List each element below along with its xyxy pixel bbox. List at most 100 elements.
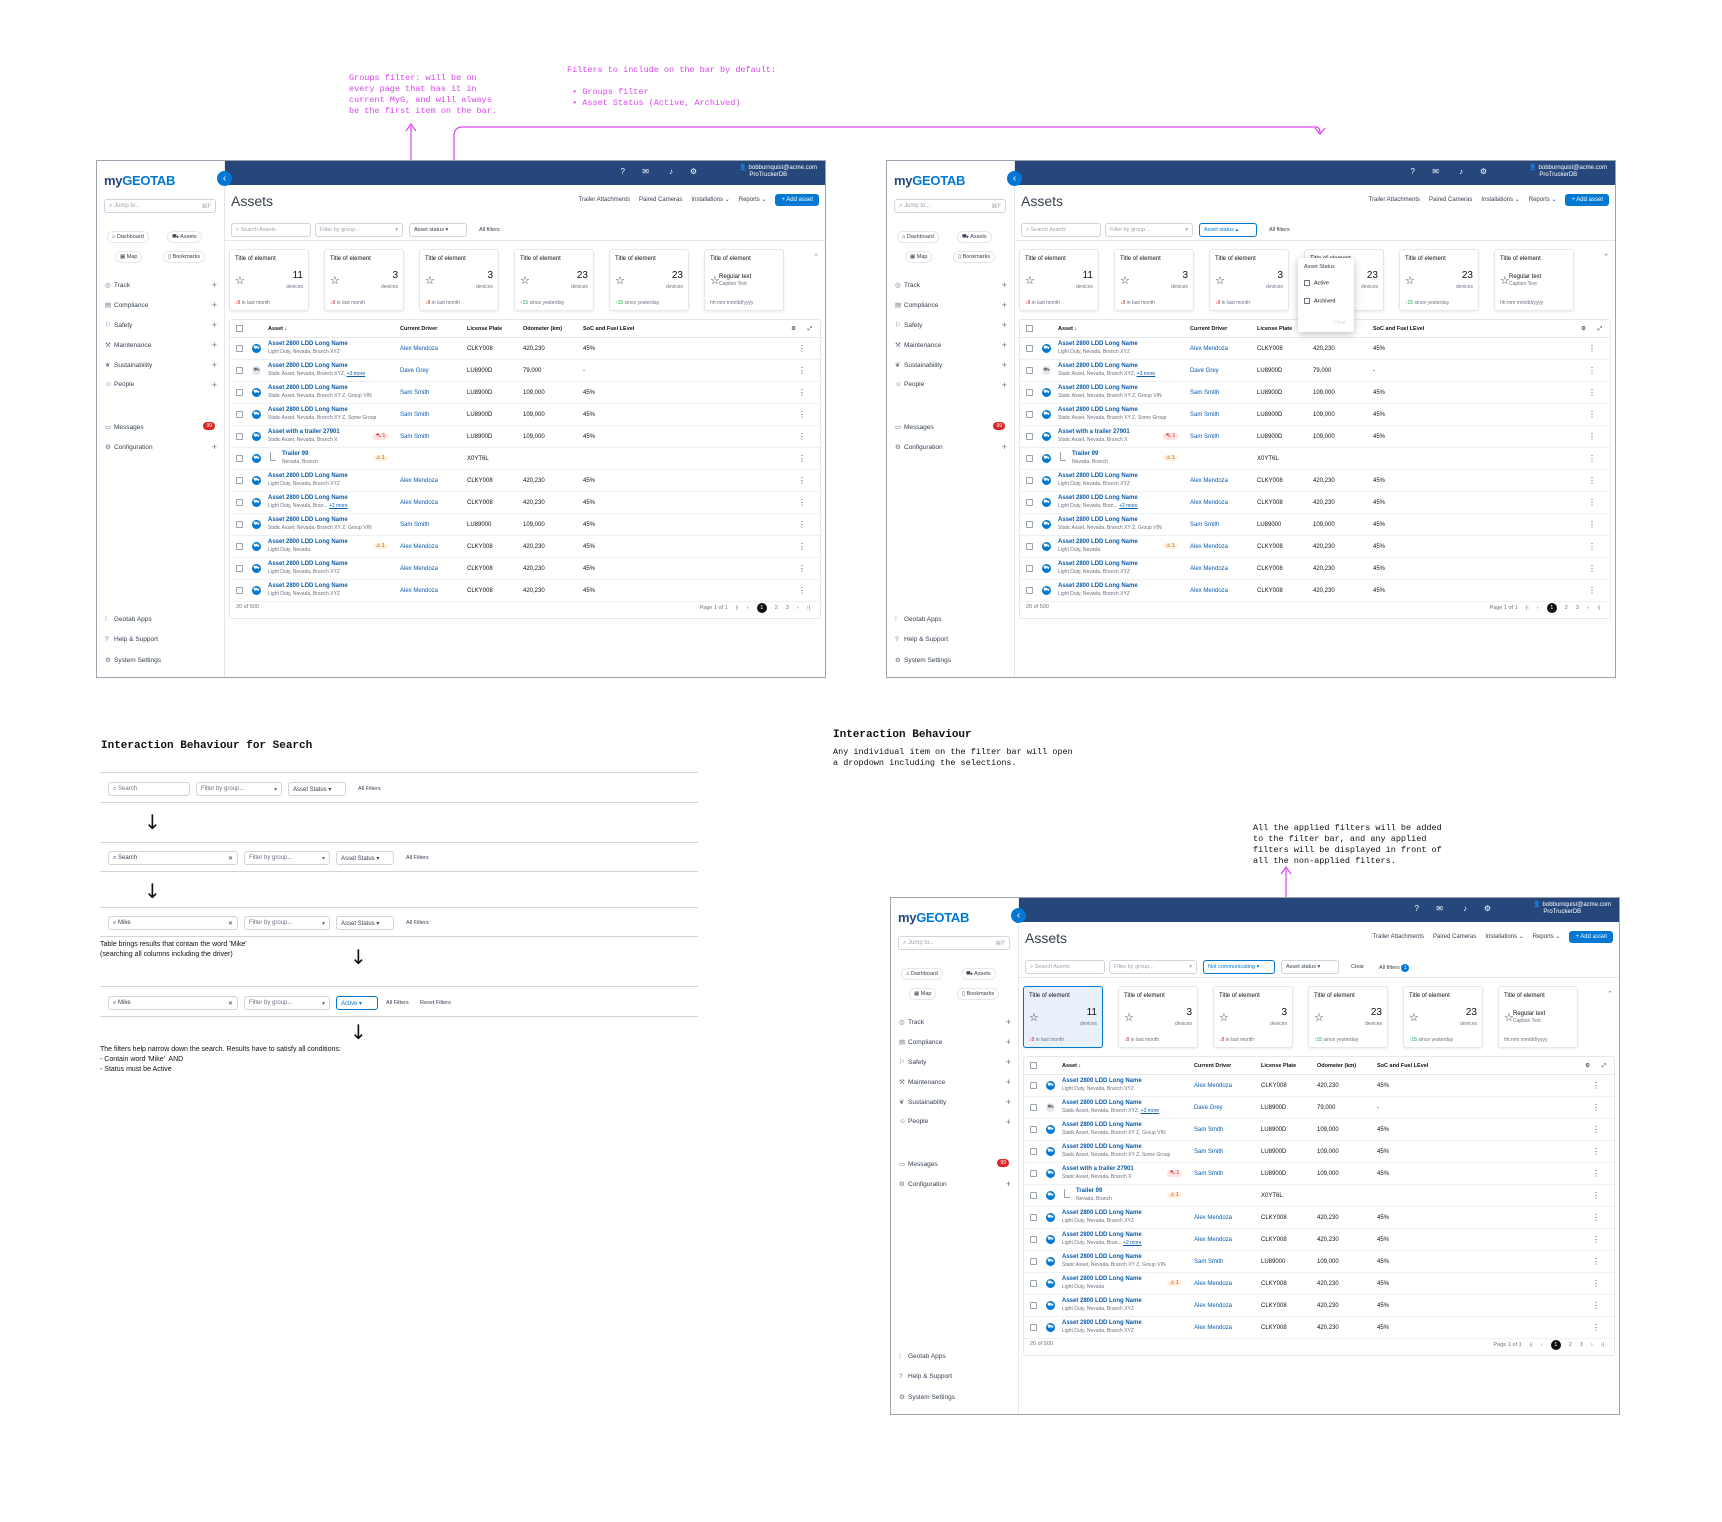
all-filters-link[interactable]: All filters 1 bbox=[1379, 964, 1410, 972]
driver-link[interactable]: Alex Mendoza bbox=[1190, 588, 1228, 594]
row-checkbox[interactable] bbox=[1026, 455, 1033, 462]
gear-icon[interactable]: ⚙ bbox=[1480, 167, 1487, 176]
asset-name-link[interactable]: Asset 2800 LDD Long Name bbox=[268, 539, 348, 545]
not-communicating-filter[interactable]: Not communicating ▾ bbox=[1203, 960, 1275, 974]
row-checkbox[interactable] bbox=[1030, 1148, 1037, 1155]
kebab-menu-icon[interactable]: ⋮ bbox=[1588, 498, 1596, 507]
collapse-sidebar-button[interactable]: ‹ bbox=[1007, 171, 1022, 186]
all-filters-link[interactable]: All filters bbox=[1269, 227, 1290, 233]
driver-link[interactable]: Sam Smith bbox=[1190, 522, 1219, 528]
asset-status-filter[interactable]: Asset status ▾ bbox=[1281, 960, 1339, 974]
asset-name-link[interactable]: Asset 2800 LDD Long Name bbox=[1058, 385, 1138, 391]
table-row[interactable]: ⛟ Asset 2800 LDD Long Name Static Asset, N… bbox=[1024, 1141, 1614, 1163]
summary-card[interactable]: Title of element☆23devices↑15 since yest… bbox=[609, 249, 689, 311]
driver-link[interactable]: Alex Mendoza bbox=[1190, 500, 1228, 506]
driver-link[interactable]: Alex Mendoza bbox=[400, 544, 438, 550]
help-icon[interactable]: ? bbox=[621, 167, 625, 176]
nav-people[interactable]: ☺ People + bbox=[895, 380, 1007, 391]
flow-all-filters[interactable]: All Filters bbox=[358, 786, 381, 792]
add-asset-button[interactable]: + Add asset bbox=[1565, 194, 1609, 206]
table-row[interactable]: ⛟ Asset 2800 LDD Long Name Light Duty, Nev… bbox=[1024, 1075, 1614, 1097]
nav-safety[interactable]: ⚐ Safety + bbox=[105, 320, 217, 331]
more-groups-link[interactable]: +3 more bbox=[1141, 1108, 1159, 1114]
last-page-icon[interactable]: ›| bbox=[1597, 605, 1600, 611]
star-icon[interactable]: ☆ bbox=[1219, 1011, 1229, 1024]
asset-name-link[interactable]: Asset 2800 LDD Long Name bbox=[1058, 517, 1138, 523]
quick-bookmarks[interactable]: ▯ Bookmarks bbox=[957, 988, 1000, 1000]
row-checkbox[interactable] bbox=[1026, 565, 1033, 572]
asset-name-link[interactable]: Asset with a trailer 27901 bbox=[268, 429, 340, 435]
nav-safety[interactable]: ⚐ Safety + bbox=[899, 1057, 1011, 1068]
summary-card[interactable]: Title of element ☆ 3 devices ↓8 in last mont… bbox=[324, 249, 404, 311]
asset-name-link[interactable]: Asset 2800 LDD Long Name bbox=[1058, 539, 1138, 545]
driver-link[interactable]: Alex Mendoza bbox=[400, 346, 438, 352]
nav-messages[interactable]: ▭ Messages 99 bbox=[105, 422, 217, 433]
last-page-icon[interactable]: ›| bbox=[807, 605, 810, 611]
nav-system-settings[interactable]: ⚙ System Settings bbox=[105, 656, 217, 666]
star-icon[interactable]: ☆ bbox=[235, 274, 245, 287]
asset-status-filter[interactable]: Asset status ▾ bbox=[409, 223, 467, 237]
table-row[interactable]: ⛟ Asset 2800 LDD Long Name Light Duty, Nev… bbox=[1024, 1207, 1614, 1229]
driver-link[interactable]: Alex Mendoza bbox=[1190, 346, 1228, 352]
asset-name-link[interactable]: Asset 2800 LDD Long Name bbox=[268, 385, 348, 391]
driver-link[interactable]: Alex Mendoza bbox=[1194, 1215, 1232, 1221]
driver-link[interactable]: Sam Smith bbox=[1190, 412, 1219, 418]
table-row[interactable]: ⛟ Asset 2800 LDD Long Name Light Duty, Nev… bbox=[230, 558, 820, 580]
collapse-cards-icon[interactable]: ⌃ bbox=[1607, 990, 1613, 998]
paired-cameras-link[interactable]: Paired Cameras bbox=[1429, 197, 1472, 203]
asset-status-filter[interactable]: Asset status ▴ bbox=[1199, 223, 1257, 237]
kebab-menu-icon[interactable]: ⋮ bbox=[1588, 564, 1596, 573]
kebab-menu-icon[interactable]: ⋮ bbox=[1588, 366, 1596, 375]
nav-sustainability[interactable]: ❦ Sustainability + bbox=[105, 360, 217, 371]
nav-messages[interactable]: ▭ Messages 99 bbox=[895, 422, 1007, 433]
summary-card[interactable]: Title of element ☆ 11 devices ↓8 in last mon… bbox=[229, 249, 309, 311]
row-checkbox[interactable] bbox=[1026, 499, 1033, 506]
plate-column-header[interactable]: License Plate bbox=[1257, 326, 1292, 332]
quick-assets[interactable]: ⛟ Assets bbox=[961, 968, 996, 980]
asset-name-link[interactable]: Trailer 99 bbox=[1076, 1188, 1102, 1194]
row-checkbox[interactable] bbox=[236, 389, 243, 396]
kebab-menu-icon[interactable]: ⋮ bbox=[1592, 1147, 1600, 1156]
gear-icon[interactable]: ⚙ bbox=[1484, 904, 1491, 913]
star-icon[interactable]: ☆ bbox=[1124, 1011, 1134, 1024]
asset-name-link[interactable]: Asset 2800 LDD Long Name bbox=[268, 407, 348, 413]
quick-assets[interactable]: ⛟ Assets bbox=[167, 231, 202, 243]
quick-dashboard[interactable]: ⌂ Dashboard bbox=[107, 231, 149, 243]
collapse-sidebar-button[interactable]: ‹ bbox=[1011, 908, 1026, 923]
driver-link[interactable]: Sam Smith bbox=[400, 412, 429, 418]
kebab-menu-icon[interactable]: ⋮ bbox=[1592, 1103, 1600, 1112]
status-badge[interactable]: ⚠ 1 bbox=[1163, 543, 1178, 549]
group-filter-select[interactable]: Filter by group... ▾ bbox=[315, 223, 403, 237]
jump-to-input[interactable]: ⌕ Jump to... ⌘F bbox=[898, 936, 1010, 950]
status-badge[interactable]: ⚠ 1 bbox=[373, 455, 388, 461]
status-badge[interactable]: ⚠ 1 bbox=[1163, 455, 1178, 461]
flow-group-select[interactable]: Filter by group... ▾ bbox=[244, 916, 330, 930]
quick-assets[interactable]: ⛟ Assets bbox=[957, 231, 992, 243]
table-row[interactable]: ⛟ Asset 2800 LDD Long Name Light Duty, Nev… bbox=[1020, 338, 1610, 360]
nav-help[interactable]: ? Help & Support bbox=[899, 1373, 1011, 1383]
kebab-menu-icon[interactable]: ⋮ bbox=[798, 432, 806, 441]
option-active[interactable]: Active bbox=[1304, 280, 1329, 286]
flow-group-select[interactable]: Filter by group... ▾ bbox=[244, 996, 330, 1010]
star-icon[interactable]: ☆ bbox=[1025, 274, 1035, 287]
nav-maintenance[interactable]: ⚒ Maintenance + bbox=[105, 340, 217, 351]
asset-column-header[interactable]: Asset ↓ bbox=[268, 326, 287, 332]
kebab-menu-icon[interactable]: ⋮ bbox=[1592, 1125, 1600, 1134]
nav-help[interactable]: ? Help & Support bbox=[895, 636, 1007, 646]
driver-link[interactable]: Alex Mendoza bbox=[1194, 1325, 1232, 1331]
nav-compliance[interactable]: ▤ Compliance + bbox=[895, 300, 1007, 311]
asset-name-link[interactable]: Asset 2800 LDD Long Name bbox=[1062, 1144, 1142, 1150]
row-checkbox[interactable] bbox=[1026, 521, 1033, 528]
flow-group-select[interactable]: Filter by group... ▾ bbox=[196, 782, 282, 796]
asset-name-link[interactable]: Asset 2800 LDD Long Name bbox=[268, 473, 348, 479]
nav-track[interactable]: ◎ Track + bbox=[105, 280, 217, 291]
row-checkbox[interactable] bbox=[1030, 1280, 1037, 1287]
nav-maintenance[interactable]: ⚒ Maintenance + bbox=[895, 340, 1007, 351]
row-checkbox[interactable] bbox=[236, 499, 243, 506]
more-groups-link[interactable]: +3 more bbox=[1137, 371, 1155, 377]
option-archived[interactable]: Archived bbox=[1304, 298, 1335, 304]
driver-link[interactable]: Alex Mendoza bbox=[1194, 1303, 1232, 1309]
summary-card[interactable]: Title of element ☆ 3 devices ↓8 in last mont… bbox=[1114, 249, 1194, 311]
kebab-menu-icon[interactable]: ⋮ bbox=[1592, 1191, 1600, 1200]
asset-name-link[interactable]: Asset 2800 LDD Long Name bbox=[268, 341, 348, 347]
